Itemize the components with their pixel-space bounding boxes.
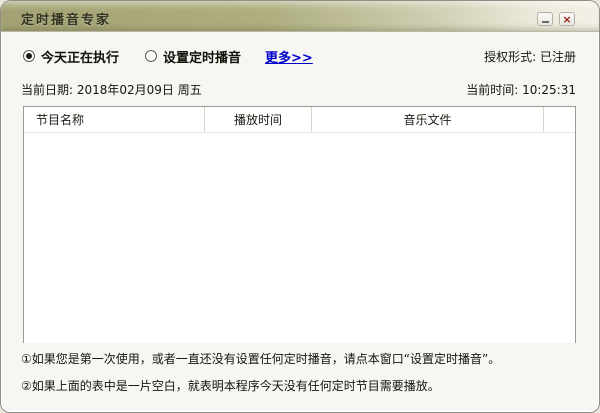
table-header: 节目名称 播放时间 音乐文件 xyxy=(24,107,575,133)
radio-selected-icon[interactable] xyxy=(23,50,35,62)
close-icon: × xyxy=(562,14,571,25)
radio-unselected-icon[interactable] xyxy=(145,50,157,62)
option-row: 今天正在执行 设置定时播音 更多>> 授权形式: 已注册 xyxy=(23,47,576,65)
current-date: 当前日期: 2018年02月09日 周五 xyxy=(21,81,202,98)
close-button[interactable]: × xyxy=(559,12,575,26)
status-row: 当前日期: 2018年02月09日 周五 当前时间: 10:25:31 xyxy=(21,81,576,97)
schedule-table: 节目名称 播放时间 音乐文件 xyxy=(23,106,576,343)
radio-schedule-label: 设置定时播音 xyxy=(163,47,241,66)
more-link[interactable]: 更多>> xyxy=(265,47,313,66)
radio-set-schedule[interactable]: 设置定时播音 xyxy=(145,47,241,66)
minimize-button[interactable] xyxy=(537,12,553,26)
window-title: 定时播音专家 xyxy=(21,9,111,28)
title-bar[interactable]: 定时播音专家 × xyxy=(1,1,599,32)
current-time: 当前时间: 10:25:31 xyxy=(466,81,576,98)
radio-today-label: 今天正在执行 xyxy=(41,47,119,66)
note-line-1: ①如果您是第一次使用，或者一直还没有设置任何定时播音，请点本窗口“设置定时播音”… xyxy=(21,350,585,367)
app-window: 定时播音专家 × 今天正在执行 设置定时播音 更多>> 授权形式: 已注册 当前… xyxy=(0,0,600,413)
column-header-music-file: 音乐文件 xyxy=(312,107,544,132)
column-header-program-name: 节目名称 xyxy=(24,107,205,132)
table-body-empty[interactable] xyxy=(24,133,575,343)
license-status: 授权形式: 已注册 xyxy=(484,48,576,65)
column-header-play-time: 播放时间 xyxy=(205,107,312,132)
note-line-2: ②如果上面的表中是一片空白，就表明本程序今天没有任何定时节目需要播放。 xyxy=(21,377,585,394)
radio-today-executing[interactable]: 今天正在执行 xyxy=(23,47,119,66)
minimize-icon xyxy=(542,21,549,23)
column-header-extra xyxy=(544,107,575,132)
